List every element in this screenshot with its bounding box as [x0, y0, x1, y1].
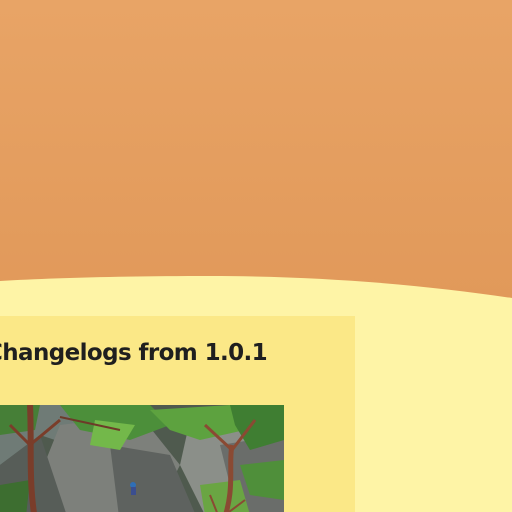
changelog-title: Changelogs from 1.0.1 [0, 340, 268, 366]
forest-cliff-image-icon [0, 405, 284, 512]
changelog-screenshot [0, 405, 284, 512]
page: Changelogs from 1.0.1 [0, 0, 512, 512]
